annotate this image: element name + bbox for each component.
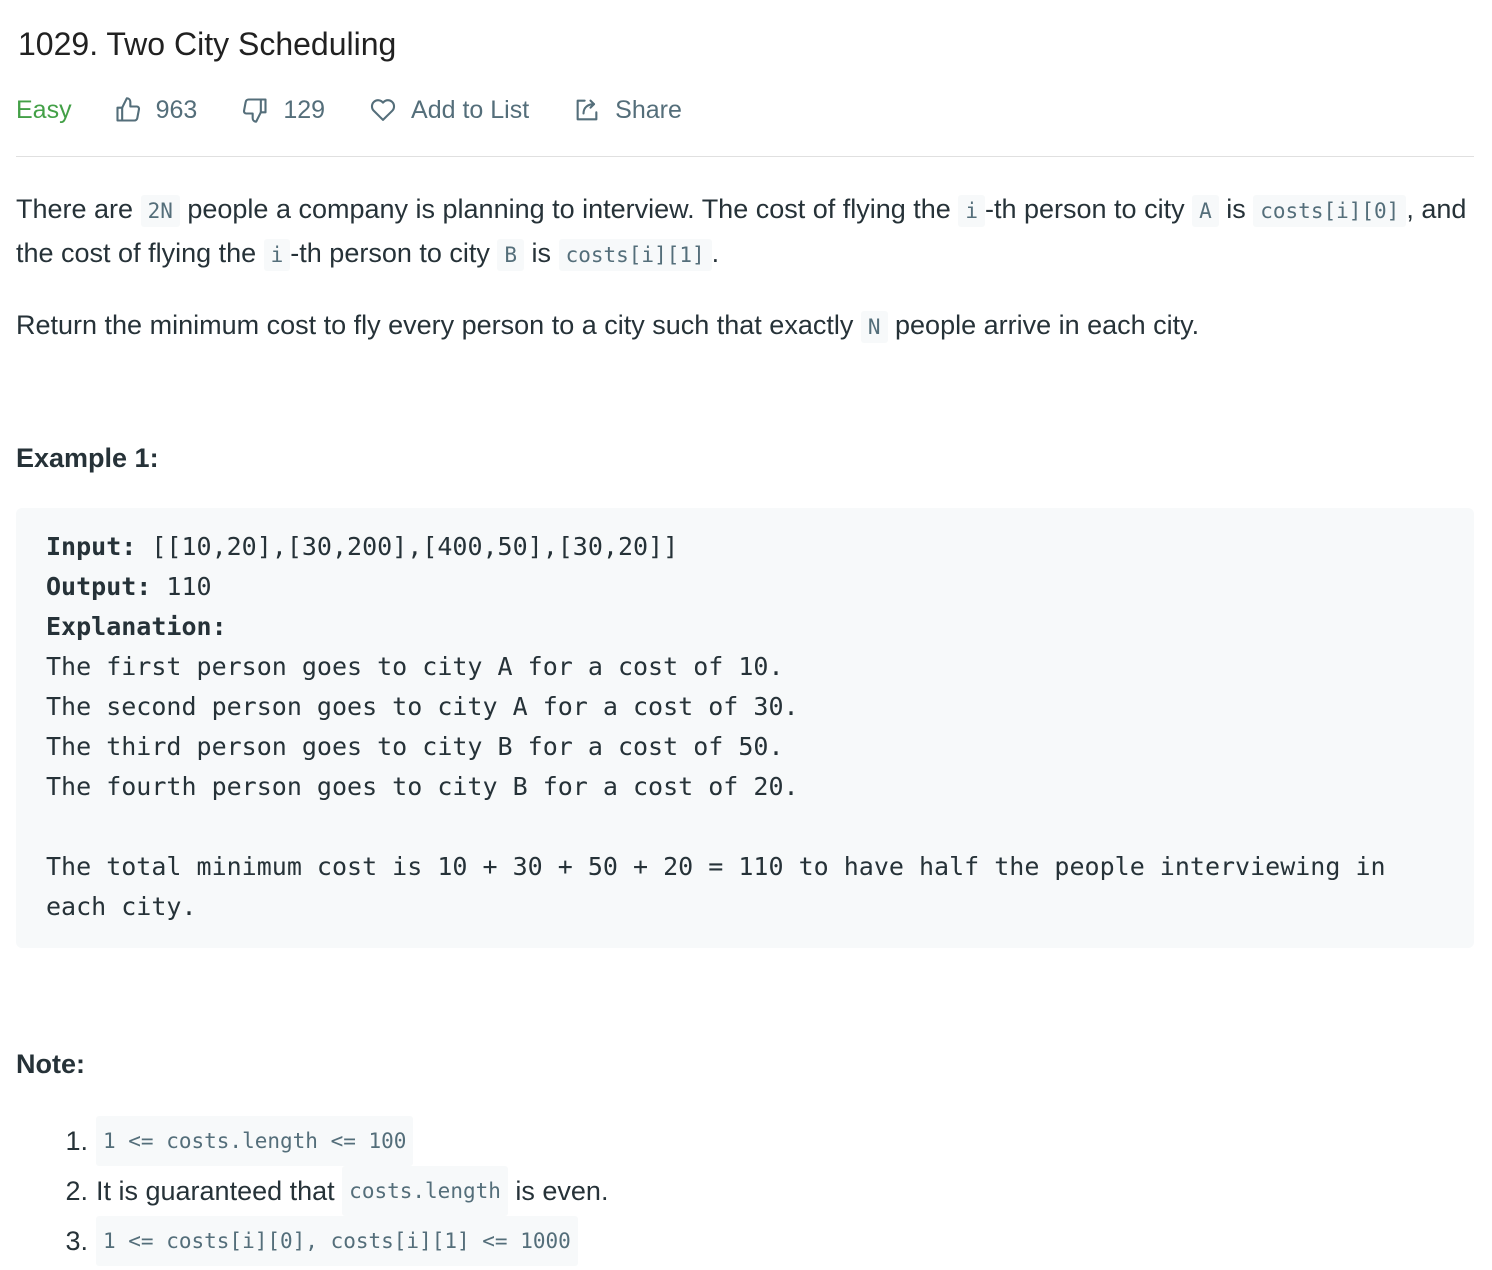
note-item: 2. It is guaranteed that costs.length is … <box>16 1166 608 1216</box>
inline-code: N <box>860 311 888 343</box>
share-label: Share <box>615 95 682 124</box>
note-item: 3. 1 <= costs[i][0], costs[i][1] <= 1000 <box>16 1216 608 1266</box>
example-input-line: Input: [[10,20],[30,200],[400,50],[30,20… <box>46 532 679 561</box>
note-item: 1. 1 <= costs.length <= 100 <box>16 1116 608 1166</box>
note-list: 1. 1 <= costs.length <= 100 2. It is guara… <box>16 1116 608 1266</box>
difficulty-badge: Easy <box>16 95 72 124</box>
like-button[interactable]: 963 <box>114 95 198 125</box>
note-number: 2. <box>65 1176 88 1206</box>
thumbs-down-icon <box>243 98 267 123</box>
explanation-line: The third person goes to city B for a co… <box>46 732 784 761</box>
explanation-line: The first person goes to city A for a co… <box>46 652 784 681</box>
heart-icon <box>370 99 396 121</box>
inline-code: i <box>958 195 985 227</box>
dislike-button[interactable]: 129 <box>241 96 325 125</box>
note-heading: Note: <box>16 1049 85 1079</box>
example-block: Input: [[10,20],[30,200],[400,50],[30,20… <box>16 508 1474 948</box>
note-number: 3. <box>65 1226 88 1256</box>
share-icon <box>576 99 598 121</box>
thumbs-up-icon <box>116 97 140 122</box>
inline-code: i <box>263 239 291 271</box>
add-to-list-button[interactable]: Add to List <box>369 96 529 125</box>
statement-paragraph: Return the minimum cost to fly every per… <box>16 304 1474 348</box>
explanation-summary: The total minimum cost is 10 + 30 + 50 +… <box>46 852 1401 921</box>
problem-title: 1029. Two City Scheduling <box>18 26 397 62</box>
inline-code: 1 <= costs[i][0], costs[i][1] <= 1000 <box>96 1216 578 1266</box>
note-number: 1. <box>65 1126 88 1156</box>
header-divider <box>16 156 1474 157</box>
inline-code: A <box>1192 195 1219 227</box>
example-heading: Example 1: <box>16 443 159 473</box>
statement-paragraph: There are 2N people a company is plannin… <box>16 188 1474 276</box>
example-explanation-label: Explanation: <box>46 612 227 641</box>
inline-code: 2N <box>140 195 180 227</box>
dislike-count: 129 <box>283 95 326 124</box>
share-button[interactable]: Share <box>573 96 682 125</box>
like-count: 963 <box>155 95 198 124</box>
inline-code: costs.length <box>342 1166 508 1216</box>
inline-code: 1 <= costs.length <= 100 <box>96 1116 414 1166</box>
inline-code: costs[i][0] <box>1253 195 1407 227</box>
add-to-list-label: Add to List <box>411 95 530 124</box>
inline-code: costs[i][1] <box>558 239 712 271</box>
problem-meta-bar: Easy 963 129 Add to List Share <box>16 90 726 130</box>
inline-code: B <box>497 239 525 271</box>
explanation-line: The fourth person goes to city B for a c… <box>46 772 799 801</box>
example-output-line: Output: 110 <box>46 572 212 601</box>
problem-statement: There are 2N people a company is plannin… <box>16 188 1474 348</box>
explanation-line: The second person goes to city A for a c… <box>46 692 799 721</box>
